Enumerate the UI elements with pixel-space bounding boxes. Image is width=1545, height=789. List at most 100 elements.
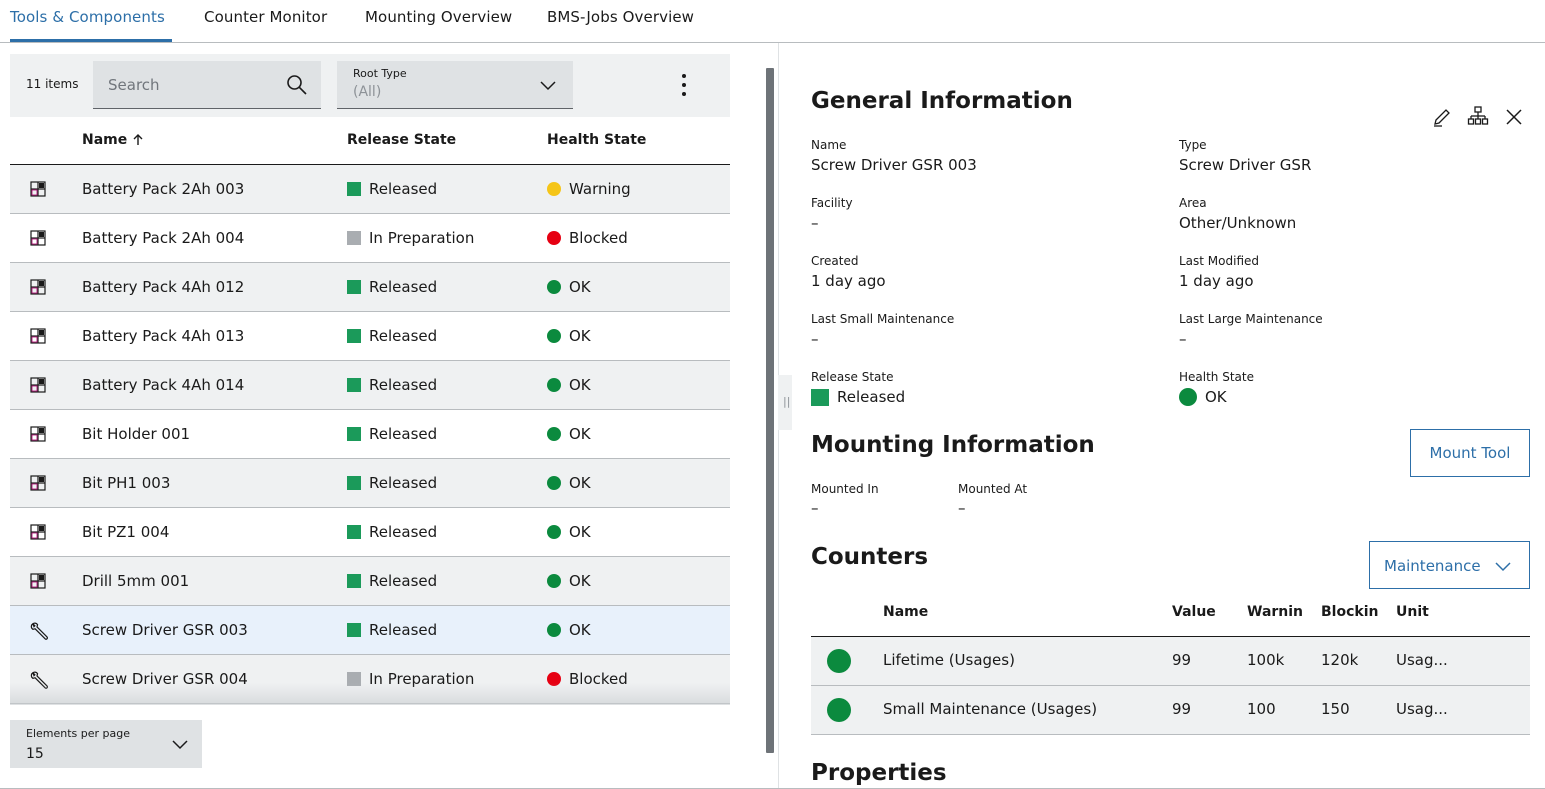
- row-release-state: Released: [369, 572, 438, 590]
- row-name: Battery Pack 4Ah 014: [82, 376, 245, 394]
- health-state-dot: [547, 525, 561, 539]
- row-health-state: OK: [569, 327, 591, 345]
- more-options-icon[interactable]: [676, 71, 692, 99]
- counter-unit: Usag...: [1396, 651, 1448, 669]
- table-row[interactable]: Screw Driver GSR 004 In Preparation Blocke…: [10, 655, 730, 704]
- panel-resize-handle[interactable]: ||: [778, 375, 792, 430]
- list-toolbar: 11 items Root Type (All): [10, 54, 730, 117]
- search-input[interactable]: [93, 61, 283, 108]
- list-scrollbar[interactable]: [766, 68, 774, 753]
- field-label-name: Name: [811, 138, 847, 152]
- component-icon: [29, 474, 47, 492]
- counter-column-name[interactable]: Name: [883, 604, 928, 620]
- health-state-dot: [547, 280, 561, 294]
- row-name: Bit PH1 003: [82, 474, 171, 492]
- health-state-dot: [547, 623, 561, 637]
- row-name: Screw Driver GSR 004: [82, 670, 248, 688]
- chevron-down-icon: [1495, 562, 1511, 572]
- elements-per-page-select[interactable]: Elements per page 15: [10, 720, 202, 768]
- release-state-square: [347, 427, 361, 441]
- counter-column-warning[interactable]: Warnin: [1247, 604, 1303, 620]
- release-state-square: [347, 476, 361, 490]
- counters-table-header: Name Value Warnin Blockin Unit: [811, 591, 1530, 637]
- row-name: Battery Pack 2Ah 004: [82, 229, 245, 247]
- table-row[interactable]: Battery Pack 2Ah 003 Released Warning: [10, 165, 730, 214]
- tab-mounting-overview[interactable]: Mounting Overview: [365, 8, 512, 26]
- table-row[interactable]: Drill 5mm 001 Released OK: [10, 557, 730, 606]
- counter-filter-dropdown[interactable]: Maintenance: [1369, 541, 1530, 589]
- mount-tool-button[interactable]: Mount Tool: [1410, 429, 1530, 477]
- release-state-square: [811, 389, 829, 406]
- release-state-square: [347, 280, 361, 294]
- field-value-last-modified: 1 day ago: [1179, 272, 1254, 290]
- field-value-created: 1 day ago: [811, 272, 886, 290]
- hierarchy-icon[interactable]: [1467, 105, 1489, 127]
- row-name: Drill 5mm 001: [82, 572, 190, 590]
- health-state-dot: [547, 574, 561, 588]
- row-release-state: Released: [369, 376, 438, 394]
- row-release-state: Released: [369, 474, 438, 492]
- table-row[interactable]: Bit Holder 001 Released OK: [10, 410, 730, 459]
- table-row[interactable]: Bit PH1 003 Released OK: [10, 459, 730, 508]
- field-value-type: Screw Driver GSR: [1179, 156, 1312, 174]
- field-value-name: Screw Driver GSR 003: [811, 156, 977, 174]
- tab-bms-jobs-overview[interactable]: BMS-Jobs Overview: [547, 8, 694, 26]
- field-label-facility: Facility: [811, 196, 853, 210]
- items-count: 11 items: [26, 77, 79, 91]
- counter-warning: 100k: [1247, 651, 1285, 669]
- tab-counter-monitor[interactable]: Counter Monitor: [204, 8, 327, 26]
- active-tab-indicator: [10, 39, 172, 42]
- edit-pencil-icon[interactable]: [1431, 106, 1453, 128]
- tools-table-body: Battery Pack 2Ah 003 Released Warning Batte…: [10, 165, 730, 704]
- tab-tools-components[interactable]: Tools & Components: [10, 8, 165, 26]
- row-name: Battery Pack 4Ah 013: [82, 327, 245, 345]
- column-header-health-state[interactable]: Health State: [547, 132, 646, 148]
- counter-column-value[interactable]: Value: [1172, 604, 1216, 620]
- search-icon[interactable]: [285, 73, 309, 97]
- table-row[interactable]: Battery Pack 4Ah 014 Released OK: [10, 361, 730, 410]
- root-type-label: Root Type: [353, 67, 407, 80]
- table-row[interactable]: Bit PZ1 004 Released OK: [10, 508, 730, 557]
- counters-title: Counters: [811, 544, 929, 570]
- table-header: Name Release State Health State: [10, 117, 730, 165]
- row-release-state: Released: [369, 327, 438, 345]
- row-release-state: In Preparation: [369, 670, 475, 688]
- field-label-mounted-in: Mounted In: [811, 482, 879, 496]
- release-state-square: [347, 672, 361, 686]
- row-release-state: Released: [369, 278, 438, 296]
- counter-column-unit[interactable]: Unit: [1396, 604, 1429, 620]
- column-header-name[interactable]: Name: [82, 132, 143, 148]
- health-state-dot: [547, 231, 561, 245]
- close-icon[interactable]: [1503, 106, 1525, 128]
- table-row[interactable]: Screw Driver GSR 003 Released OK: [10, 606, 730, 655]
- field-label-area: Area: [1179, 196, 1207, 210]
- table-row[interactable]: Battery Pack 4Ah 012 Released OK: [10, 263, 730, 312]
- wrench-icon: [29, 621, 48, 640]
- field-value-health-state: OK: [1205, 388, 1227, 406]
- counter-blocking: 150: [1321, 700, 1350, 718]
- counter-row[interactable]: Lifetime (Usages) 99 100k 120k Usag...: [811, 637, 1530, 686]
- search-box: [93, 61, 321, 109]
- field-label-created: Created: [811, 254, 859, 268]
- row-health-state: Blocked: [569, 229, 628, 247]
- counter-value: 99: [1172, 651, 1192, 669]
- table-row[interactable]: Battery Pack 4Ah 013 Released OK: [10, 312, 730, 361]
- row-name: Bit PZ1 004: [82, 523, 170, 541]
- counter-column-blocking[interactable]: Blockin: [1321, 604, 1378, 620]
- root-type-select[interactable]: Root Type (All): [337, 61, 573, 109]
- field-label-health-state: Health State: [1179, 370, 1254, 384]
- row-release-state: Released: [369, 425, 438, 443]
- health-state-dot: [1179, 388, 1197, 406]
- counter-value: 99: [1172, 700, 1192, 718]
- row-health-state: OK: [569, 425, 591, 443]
- field-label-last-modified: Last Modified: [1179, 254, 1260, 268]
- release-state-square: [347, 329, 361, 343]
- counter-name: Small Maintenance (Usages): [883, 700, 1098, 718]
- column-header-release-state[interactable]: Release State: [347, 132, 456, 148]
- row-health-state: OK: [569, 572, 591, 590]
- table-row[interactable]: Battery Pack 2Ah 004 In Preparation Blocke…: [10, 214, 730, 263]
- grip-icon: ||: [783, 395, 791, 408]
- counter-status-dot: [827, 649, 851, 673]
- component-icon: [29, 327, 47, 345]
- counter-row[interactable]: Small Maintenance (Usages) 99 100 150 Us…: [811, 686, 1530, 735]
